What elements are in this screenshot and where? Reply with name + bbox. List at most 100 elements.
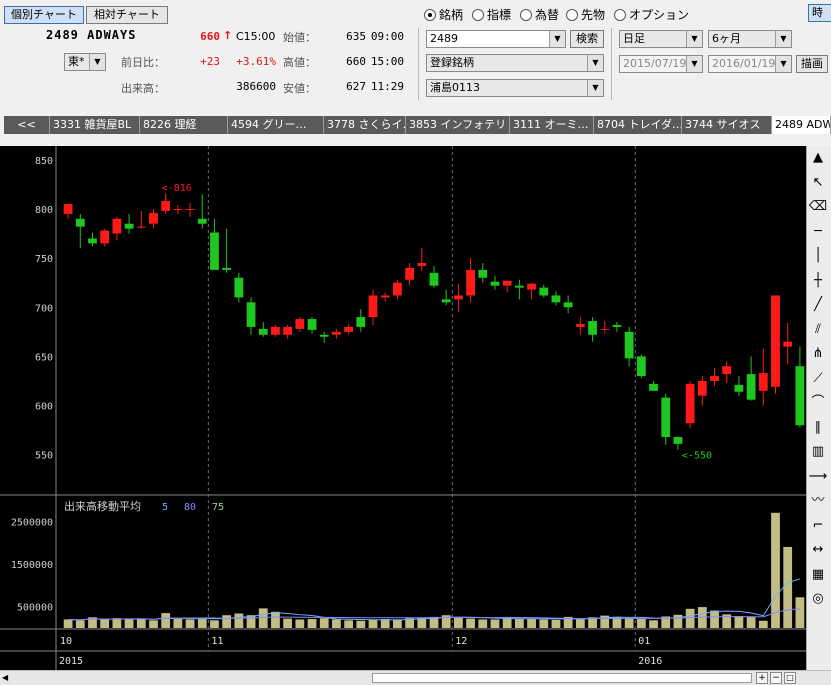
parallel-icon[interactable]: ∥ <box>808 418 828 438</box>
radio-stock[interactable]: 銘柄 <box>424 6 463 23</box>
low-value: 627 <box>346 80 366 93</box>
tab-stock[interactable]: 3853 インフォテリ <box>406 116 510 134</box>
span-combo[interactable]: 6ヶ月 ▼ <box>708 30 792 48</box>
x-month-label: 12 <box>455 636 467 647</box>
trendline-icon[interactable]: ╱ <box>808 295 828 315</box>
chevron-down-icon: ▼ <box>686 31 702 47</box>
chevron-down-icon: ▼ <box>587 80 603 96</box>
change-label: 前日比： <box>121 56 165 69</box>
tab-stock[interactable]: 3111 オーミ… <box>510 116 594 134</box>
chevron-down-icon: ▼ <box>89 54 105 70</box>
portfolio-value: 浦島0113 <box>430 81 480 94</box>
ma-label-75: 75 <box>212 502 224 513</box>
volume-bar <box>332 619 341 628</box>
x-month-label: 01 <box>638 636 650 647</box>
fit-icon[interactable]: □ <box>784 672 796 684</box>
tab-stock[interactable]: 3744 サイオス <box>682 116 772 134</box>
fan-icon[interactable]: ⟋ <box>808 369 828 389</box>
horizontal-scrollbar[interactable]: ◀ + − □ <box>0 670 831 685</box>
volume-bar <box>100 619 110 628</box>
date-from-combo[interactable]: 2015/07/19 ▼ <box>619 55 703 73</box>
radio-dot <box>520 8 532 21</box>
period-combo[interactable]: 日足 ▼ <box>619 30 703 48</box>
radio-label: 指標 <box>487 8 512 22</box>
rings-icon[interactable]: ◎ <box>808 589 828 609</box>
volume-bar <box>197 618 207 628</box>
tab-stock[interactable]: 3331 雑貨屋BL <box>50 116 140 134</box>
wave-icon[interactable]: 〰 <box>808 491 828 511</box>
volume-bar <box>771 512 780 628</box>
open-label: 始値： <box>283 31 316 44</box>
bracket-icon[interactable]: ⌐ <box>808 516 828 536</box>
individual-chart-button[interactable]: 個別チャート <box>4 6 84 24</box>
price-chart[interactable]: 850 800 750 700 650 600 550 2500000 1500000 50000… <box>0 146 806 670</box>
tab-stock[interactable]: 3778 さくらイ… <box>324 116 406 134</box>
time-button[interactable]: 時 <box>808 4 831 22</box>
tab-stock[interactable]: 8704 トレイダ… <box>594 116 682 134</box>
tab-stock[interactable]: 8226 理経 <box>140 116 228 134</box>
volume-bar <box>624 618 634 628</box>
radio-options[interactable]: オプション <box>614 6 689 23</box>
ma-label-5: 5 <box>162 502 168 513</box>
volume-bar <box>454 617 463 628</box>
candle-body <box>210 232 219 270</box>
scroll-up-icon[interactable]: ▲ <box>808 148 828 168</box>
y-tick-label: 800 <box>35 205 53 216</box>
cross-icon[interactable]: ┼ <box>808 271 828 291</box>
search-button[interactable]: 検索 <box>570 30 604 48</box>
tab-stock[interactable]: 4594 グリー… <box>228 116 324 134</box>
bars-icon[interactable]: ▥ <box>808 442 828 462</box>
high-label: 高値： <box>283 56 316 69</box>
stock-tab-bar: << 3331 雑貨屋BL 8226 理経 4594 グリー… 3778 さくら… <box>4 116 831 134</box>
x-month-label: 11 <box>211 636 223 647</box>
volume-bar <box>636 619 646 628</box>
candle-body <box>149 212 158 224</box>
radio-label: 銘柄 <box>439 8 464 22</box>
radio-index[interactable]: 指標 <box>472 6 511 23</box>
draw-button[interactable]: 描画 <box>796 55 828 73</box>
portfolio-combo[interactable]: 浦島0113 ▼ <box>426 79 604 97</box>
zoom-in-icon[interactable]: + <box>756 672 768 684</box>
tab-stock-active[interactable]: 2489 ADW <box>772 116 831 134</box>
vline-icon[interactable]: │ <box>808 246 828 266</box>
code-combo[interactable]: 2489 ▼ <box>426 30 566 48</box>
pointer-icon[interactable]: ↖ <box>808 173 828 193</box>
zoom-out-icon[interactable]: − <box>770 672 782 684</box>
x-year-label: 2015 <box>59 656 83 667</box>
range-icon[interactable]: ↔ <box>808 540 828 560</box>
volume-bar <box>795 597 805 628</box>
volume-bar <box>539 619 549 628</box>
radio-dot <box>424 8 436 21</box>
volume-tick-label: 500000 <box>17 603 53 614</box>
eraser-icon[interactable]: ⌫ <box>808 197 828 217</box>
low-label: 安値： <box>283 82 316 95</box>
scroll-thumb[interactable] <box>372 673 752 683</box>
candle-body <box>624 331 634 359</box>
hline-icon[interactable]: ─ <box>808 222 828 242</box>
y-tick-label: 600 <box>35 402 53 413</box>
radio-dot <box>566 8 578 21</box>
date-to-combo[interactable]: 2016/01/19 ▼ <box>708 55 792 73</box>
channel-icon[interactable]: ⫽ <box>808 320 828 340</box>
market-select[interactable]: 東* ▼ <box>64 53 106 71</box>
radio-futures[interactable]: 先物 <box>566 6 605 23</box>
arc-icon[interactable]: ⌒ <box>808 393 828 413</box>
candle-body <box>795 366 805 426</box>
divider <box>611 28 612 100</box>
candle-body <box>490 281 500 286</box>
x-month-label: 10 <box>60 636 72 647</box>
ray-icon[interactable]: ⟶ <box>808 467 828 487</box>
tab-scroll-left[interactable]: << <box>4 116 50 134</box>
candle-body <box>649 383 658 391</box>
relative-chart-button[interactable]: 相対チャート <box>86 6 168 24</box>
pitchfork-icon[interactable]: ⋔ <box>808 344 828 364</box>
radio-fx[interactable]: 為替 <box>520 6 559 23</box>
radio-dot <box>472 8 484 21</box>
chevron-down-icon: ▼ <box>686 56 702 72</box>
volume-bar <box>258 608 268 628</box>
grid-icon[interactable]: ▦ <box>808 565 828 585</box>
high-value: 660 <box>346 55 366 68</box>
list-combo[interactable]: 登録銘柄 ▼ <box>426 54 604 72</box>
scroll-left-icon[interactable]: ◀ <box>2 673 12 683</box>
candle-body <box>368 295 378 318</box>
